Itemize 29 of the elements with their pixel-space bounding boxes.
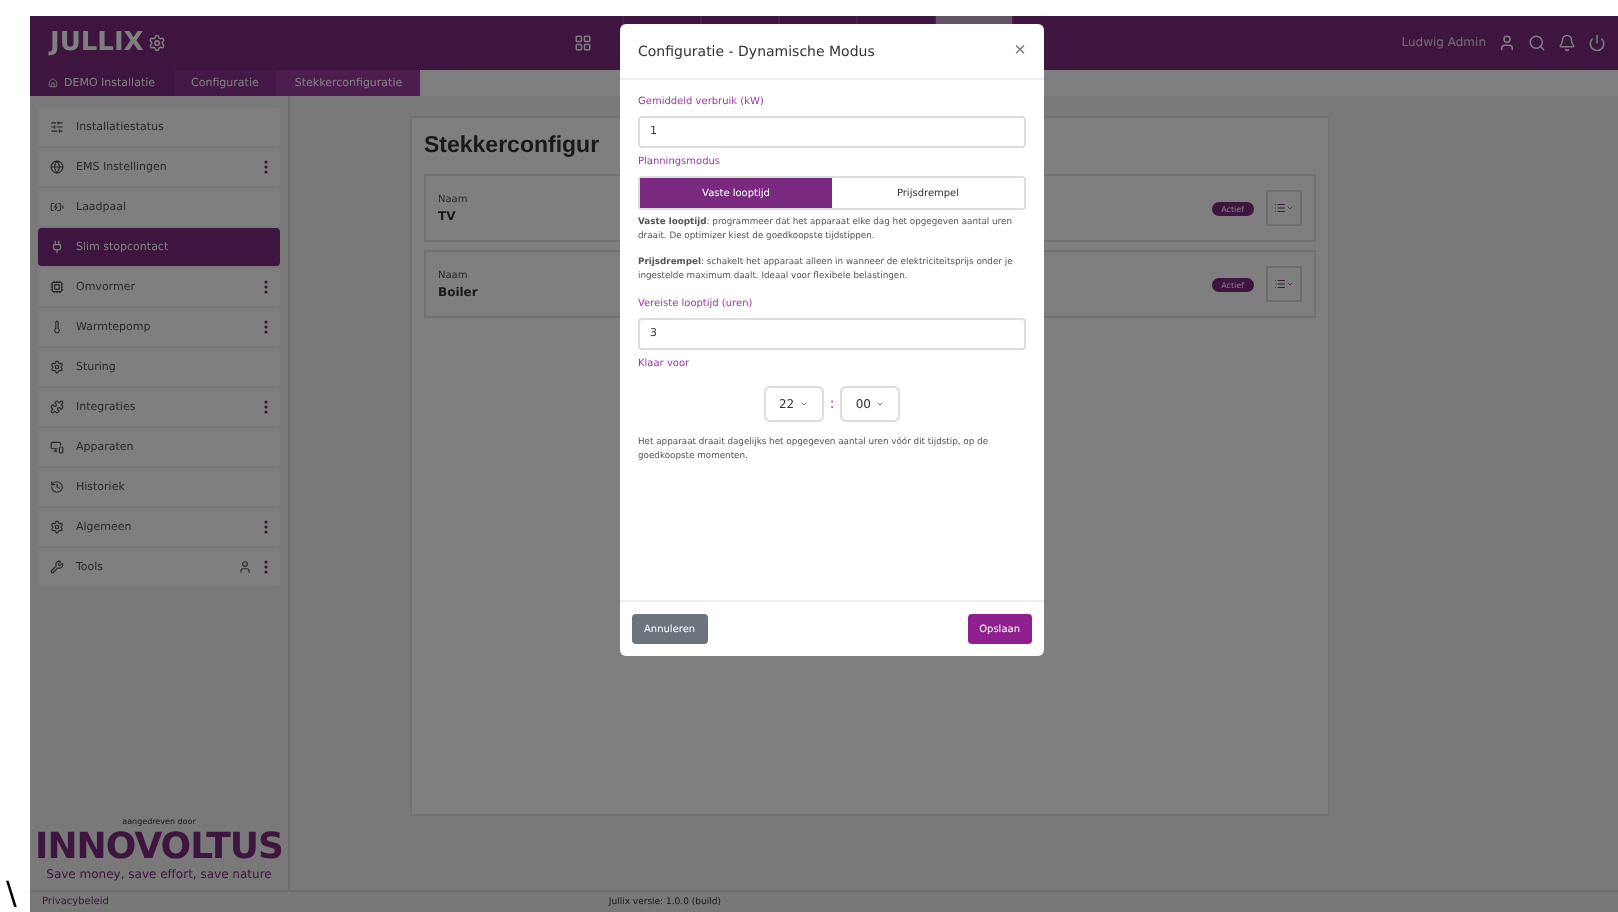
sliders-icon	[50, 120, 64, 134]
gear-icon	[147, 34, 166, 52]
bell-icon[interactable]	[1558, 34, 1576, 52]
gear-icon	[50, 520, 64, 534]
globe-icon	[50, 160, 64, 174]
grid-icon	[574, 34, 593, 52]
close-button[interactable]: ×	[1014, 41, 1026, 61]
chip-icon	[50, 280, 64, 294]
options-dropdown[interactable]	[1266, 266, 1302, 302]
gear-icon	[50, 360, 64, 374]
puzzle-icon	[50, 400, 64, 414]
history-icon	[50, 480, 64, 494]
charger-icon	[50, 200, 64, 214]
user-icon	[238, 560, 252, 574]
thermometer-icon	[50, 320, 64, 334]
plug-icon	[50, 240, 64, 254]
house-icon	[48, 78, 58, 88]
user-icon[interactable]	[1498, 34, 1516, 52]
power-icon[interactable]	[1588, 34, 1606, 52]
backslash-mark: \	[4, 876, 17, 912]
app-logo: JULLIX	[50, 28, 166, 58]
monitor-icon	[50, 440, 64, 454]
list-icon	[1274, 278, 1286, 290]
page-title: Stekkerconfigur	[424, 134, 600, 158]
brand-logo: INNOVOLTUS	[35, 826, 283, 868]
search-icon[interactable]	[1528, 34, 1546, 52]
options-dropdown[interactable]	[1266, 190, 1302, 226]
list-icon	[1274, 202, 1286, 214]
wrench-icon	[50, 560, 64, 574]
